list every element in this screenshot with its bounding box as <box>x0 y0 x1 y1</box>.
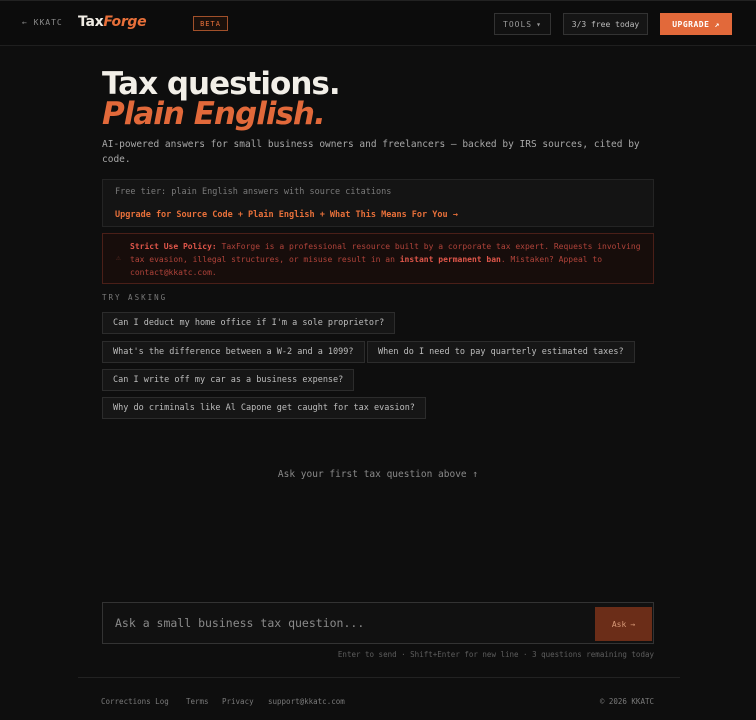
suggestion-chip[interactable]: Why do criminals like Al Capone get caug… <box>102 397 426 419</box>
empty-state-hint: Ask your first tax question above ↑ <box>277 469 479 480</box>
strict-use-policy-box: ⚠ Strict Use Policy: TaxForge is a profe… <box>102 233 654 284</box>
chevron-down-icon: ▾ <box>536 19 542 29</box>
top-bar: ← KKATC TaxForge BETA TOOLS ▾ 3/3 free t… <box>0 0 756 46</box>
beta-badge: BETA <box>193 16 228 31</box>
upgrade-label: UPGRADE <box>672 19 710 29</box>
tools-dropdown-button[interactable]: TOOLS ▾ <box>494 13 551 35</box>
hero-subtitle: Plain English. <box>102 96 326 132</box>
free-tier-label: Free tier: plain English answers with so… <box>115 187 392 197</box>
warning-icon: ⚠ <box>116 253 121 262</box>
question-input[interactable] <box>103 603 593 643</box>
footer-link-terms[interactable]: Terms <box>186 697 209 706</box>
suggestion-chip[interactable]: When do I need to pay quarterly estimate… <box>367 341 635 363</box>
ask-form: Ask → <box>102 602 654 644</box>
footer-link-corrections-log[interactable]: Corrections Log <box>101 697 169 706</box>
ask-button[interactable]: Ask → <box>595 607 652 641</box>
logo-text-tax: Tax <box>78 14 104 30</box>
suggestion-chip[interactable]: Can I deduct my home office if I'm a sol… <box>102 312 396 334</box>
policy-text: Strict Use Policy: TaxForge is a profess… <box>130 240 645 279</box>
logo[interactable]: TaxForge <box>78 14 147 30</box>
suggestion-chip[interactable]: What's the difference between a W-2 and … <box>102 341 365 363</box>
try-asking-label: TRY ASKING <box>102 293 168 302</box>
upgrade-source-link[interactable]: Upgrade for Source Code + Plain English … <box>115 210 458 220</box>
upgrade-button[interactable]: UPGRADE ↗ <box>660 13 732 35</box>
tools-label: TOOLS <box>503 19 533 29</box>
policy-heading: Strict Use Policy: <box>130 242 217 251</box>
footer: Corrections Log Terms Privacy support@kk… <box>78 677 680 720</box>
ask-label: Ask <box>611 619 627 629</box>
suggestion-chip[interactable]: Can I write off my car as a business exp… <box>102 369 355 391</box>
hero-description: AI-powered answers for small business ow… <box>102 139 640 165</box>
free-tier-box: Free tier: plain English answers with so… <box>102 179 654 227</box>
policy-emphasis: instant permanent ban <box>399 255 501 264</box>
arrow-right-icon: → <box>630 619 636 629</box>
footer-link-support-email[interactable]: support@kkatc.com <box>268 697 345 706</box>
logo-text-forge: Forge <box>103 14 147 30</box>
back-link[interactable]: ← KKATC <box>22 18 63 27</box>
copyright: © 2026 KKATC <box>599 697 654 706</box>
keyboard-hint: Enter to send · Shift+Enter for new line… <box>337 650 654 659</box>
free-usage-counter: 3/3 free today <box>563 13 648 35</box>
footer-link-privacy[interactable]: Privacy <box>222 697 254 706</box>
external-arrow-icon: ↗ <box>714 19 720 29</box>
